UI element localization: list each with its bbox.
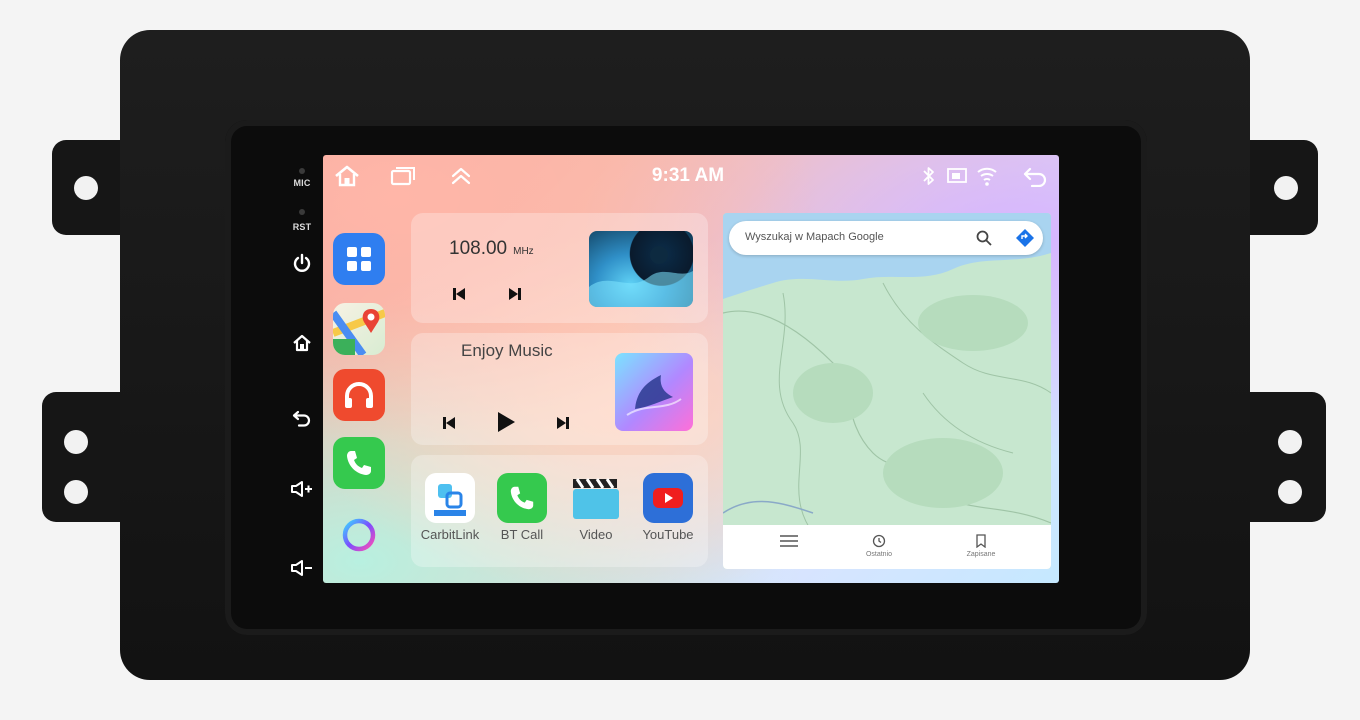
- frequency-unit: MHz: [513, 246, 534, 257]
- app-carbitlink[interactable]: CarbitLink: [415, 473, 485, 542]
- app-video[interactable]: Video: [561, 473, 631, 542]
- radio-artwork: [589, 231, 693, 307]
- previous-track-icon[interactable]: [437, 411, 461, 435]
- app-dock: [329, 207, 391, 577]
- status-clock: 9:31 AM: [651, 165, 725, 186]
- status-bar: 9:31 AM: [323, 155, 1059, 197]
- reset-label: RST: [292, 222, 312, 232]
- mic-hole: [299, 168, 305, 174]
- volume-down-icon[interactable]: [287, 553, 317, 583]
- back-icon[interactable]: [1021, 163, 1049, 189]
- app-label: Video: [579, 527, 613, 542]
- apps-card: CarbitLink BT Call Video YouTube: [411, 455, 708, 567]
- next-track-icon[interactable]: [503, 283, 527, 305]
- frequency-value: 108.00: [449, 238, 508, 259]
- home-icon[interactable]: [333, 163, 361, 189]
- carbitlink-icon: [425, 473, 475, 523]
- music-artwork: [615, 353, 693, 431]
- app-label: BT Call: [500, 527, 544, 542]
- app-label: YouTube: [642, 527, 694, 542]
- wifi-icon: [973, 163, 1001, 189]
- radio-frequency: 108.00 MHz: [449, 238, 534, 260]
- menu-icon: [759, 531, 819, 551]
- home-icon[interactable]: [287, 328, 317, 358]
- assistant-icon[interactable]: [333, 509, 385, 561]
- next-track-icon[interactable]: [551, 411, 575, 435]
- play-icon[interactable]: [491, 407, 521, 437]
- music-icon[interactable]: [333, 369, 385, 421]
- app-youtube[interactable]: YouTube: [633, 473, 703, 542]
- map-tab-menu[interactable]: [759, 531, 819, 551]
- directions-icon[interactable]: [1015, 228, 1035, 248]
- history-icon: [849, 531, 909, 551]
- radio-card[interactable]: 108.00 MHz: [411, 213, 708, 323]
- app-bt-call[interactable]: BT Call: [487, 473, 557, 542]
- map-tab-label: Ostatnio: [865, 551, 893, 558]
- search-icon[interactable]: [975, 229, 993, 247]
- phone-icon[interactable]: [333, 437, 385, 489]
- map-tab-recent[interactable]: Ostatnio: [849, 531, 909, 558]
- clapper-icon: [571, 473, 621, 523]
- volume-up-icon[interactable]: [287, 474, 317, 504]
- app-label: CarbitLink: [420, 527, 480, 542]
- map-bottom-bar: Ostatnio Zapisane: [723, 525, 1051, 569]
- power-icon[interactable]: [287, 248, 317, 278]
- previous-track-icon[interactable]: [447, 283, 471, 305]
- bluetooth-icon: [915, 163, 943, 189]
- head-unit-screen: 9:31 AM 108.00 MHz Enjoy Music CarbitLin…: [323, 155, 1059, 583]
- back-icon[interactable]: [287, 402, 317, 432]
- bookmark-icon: [951, 531, 1011, 551]
- map-canvas: [723, 213, 1051, 569]
- youtube-icon: [643, 473, 693, 523]
- screen-mirror-icon: [943, 163, 971, 189]
- map-tab-label: Zapisane: [966, 551, 996, 558]
- mic-label: MIC: [293, 178, 311, 188]
- reset-hole: [299, 209, 305, 215]
- map-search-placeholder: Wyszukaj w Mapach Google: [745, 231, 884, 243]
- recent-apps-icon[interactable]: [389, 163, 417, 189]
- map-tab-saved[interactable]: Zapisane: [951, 531, 1011, 558]
- phone-icon: [497, 473, 547, 523]
- map-widget[interactable]: Wyszukaj w Mapach Google Ostatnio Zapisa…: [723, 213, 1051, 569]
- app-drawer-icon[interactable]: [333, 233, 385, 285]
- map-search-bar[interactable]: Wyszukaj w Mapach Google: [729, 221, 1043, 255]
- music-title: Enjoy Music: [461, 341, 553, 360]
- chevron-up-icon[interactable]: [447, 163, 475, 189]
- music-card[interactable]: Enjoy Music: [411, 333, 708, 445]
- maps-icon[interactable]: [333, 303, 385, 355]
